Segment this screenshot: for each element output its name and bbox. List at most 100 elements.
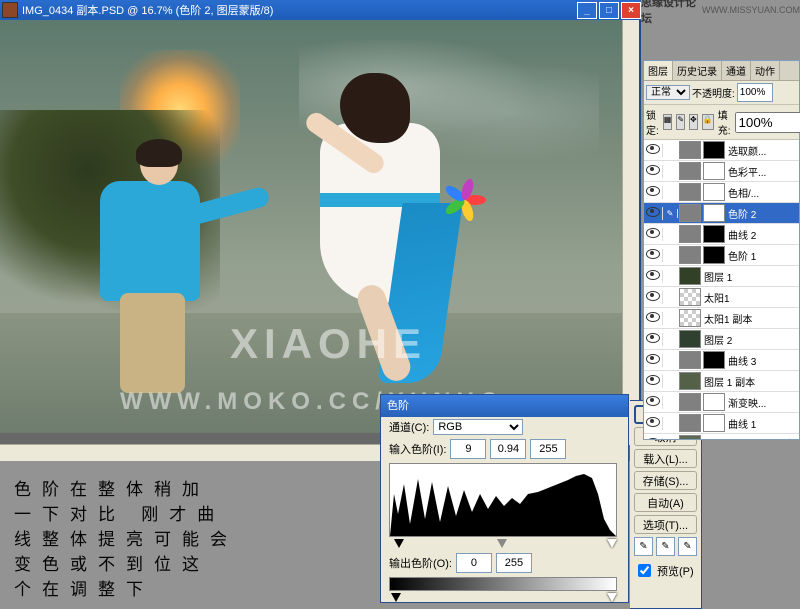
lock-paint-icon[interactable]: ✎ (676, 114, 685, 130)
layer-row[interactable]: 渐变映... (644, 392, 799, 413)
layer-name: 太阳1 (702, 290, 799, 305)
minimize-button[interactable]: _ (577, 2, 597, 19)
visibility-toggle[interactable] (644, 333, 663, 346)
auto-button[interactable]: 自动(A) (634, 493, 697, 512)
blend-mode-select[interactable]: 正常 (646, 85, 690, 100)
layer-name: 曲线 1 (726, 416, 799, 431)
visibility-toggle[interactable] (644, 354, 663, 367)
layer-list[interactable]: 选取颜... 色彩平...色相/...✎色阶 2 曲线 2 色阶 1 图层 1 太阳1 太阳… (644, 140, 799, 439)
levels-dialog[interactable]: 色阶 通道(C): RGB 输入色阶(I): 输出色阶(O): (380, 394, 629, 603)
save-button[interactable]: 存储(S)... (634, 471, 697, 490)
link-cell[interactable]: ✎ (663, 209, 678, 218)
white-eyedropper-icon[interactable]: ✎ (678, 537, 697, 556)
tab-actions[interactable]: 动作 (751, 61, 780, 80)
maximize-button[interactable]: □ (599, 2, 619, 19)
eye-icon (646, 438, 660, 440)
layer-row[interactable]: 太阳1 副本 (644, 308, 799, 329)
lock-all-icon[interactable]: 🔒 (702, 114, 714, 130)
input-mid-field[interactable] (490, 439, 526, 459)
layer-row[interactable]: 太阳1 (644, 287, 799, 308)
mask-thumb (703, 162, 725, 180)
layer-row[interactable]: 图层 1 副本 (644, 371, 799, 392)
layer-thumb (679, 330, 701, 348)
visibility-toggle[interactable] (644, 165, 663, 178)
layer-thumb (679, 267, 701, 285)
eye-icon (646, 207, 660, 217)
load-button[interactable]: 载入(L)... (634, 449, 697, 468)
eye-icon (646, 249, 660, 259)
tab-channels[interactable]: 通道 (722, 61, 751, 80)
visibility-toggle[interactable] (644, 438, 663, 440)
layer-thumb (679, 288, 701, 306)
input-slider[interactable] (389, 539, 620, 551)
eye-icon (646, 165, 660, 175)
levels-titlebar[interactable]: 色阶 (381, 395, 628, 417)
visibility-toggle[interactable] (644, 144, 663, 157)
close-button[interactable]: × (621, 2, 641, 19)
eye-icon (646, 291, 660, 301)
page-branding: 思缘设计论坛 WWW.MISSYUAN.COM (641, 0, 800, 20)
visibility-toggle[interactable] (644, 270, 663, 283)
channel-select[interactable]: RGB (433, 419, 523, 435)
visibility-toggle[interactable] (644, 417, 663, 430)
layer-thumb (679, 309, 701, 327)
tab-history[interactable]: 历史记录 (673, 61, 722, 80)
layer-row[interactable]: 选取颜... (644, 140, 799, 161)
mask-thumb (703, 225, 725, 243)
layer-row[interactable]: 图层 2 (644, 329, 799, 350)
input-levels-label: 输入色阶(I): (389, 441, 446, 457)
scrollbar-vertical[interactable] (622, 20, 639, 445)
eye-icon (646, 417, 660, 427)
visibility-toggle[interactable] (644, 396, 663, 409)
layer-row[interactable]: ✎色阶 2 (644, 203, 799, 224)
output-slider[interactable] (389, 593, 620, 605)
visibility-toggle[interactable] (644, 249, 663, 262)
layer-name: 选取颜... (726, 143, 799, 158)
layer-thumb (679, 414, 701, 432)
layer-row[interactable]: 曲线 2 (644, 224, 799, 245)
layers-panel[interactable]: 图层 历史记录 通道 动作 正常 不透明度: 锁定: ▦ ✎ ✥ 🔒 填充: 选… (643, 60, 800, 440)
output-shadow-field[interactable] (456, 553, 492, 573)
layer-name: 太阳1 副本 (702, 311, 799, 326)
output-highlight-field[interactable] (496, 553, 532, 573)
visibility-toggle[interactable] (644, 291, 663, 304)
mask-thumb (703, 141, 725, 159)
lock-move-icon[interactable]: ✥ (689, 114, 698, 130)
fill-label: 填充: (718, 107, 731, 137)
visibility-toggle[interactable] (644, 375, 663, 388)
options-button[interactable]: 选项(T)... (634, 515, 697, 534)
visibility-toggle[interactable] (644, 312, 663, 325)
layer-name: 曲线 2 (726, 227, 799, 242)
mask-thumb (703, 351, 725, 369)
preview-checkbox[interactable]: 预览(P) (634, 561, 697, 580)
layer-row[interactable]: 背景🔒 (644, 434, 799, 439)
lock-icon: 🔒 (781, 439, 799, 440)
visibility-toggle[interactable] (644, 228, 663, 241)
document-titlebar: IMG_0434 副本.PSD @ 16.7% (色阶 2, 图层蒙版/8) _… (0, 0, 643, 20)
forum-name: 思缘设计论坛 (641, 0, 698, 26)
layer-thumb (679, 372, 701, 390)
gray-eyedropper-icon[interactable]: ✎ (656, 537, 675, 556)
layer-name: 色阶 1 (726, 248, 799, 263)
visibility-toggle[interactable] (644, 186, 663, 199)
black-eyedropper-icon[interactable]: ✎ (634, 537, 653, 556)
opacity-field[interactable] (737, 83, 773, 102)
layer-row[interactable]: 色彩平... (644, 161, 799, 182)
input-highlight-field[interactable] (530, 439, 566, 459)
layer-row[interactable]: 曲线 3 (644, 350, 799, 371)
input-shadow-field[interactable] (450, 439, 486, 459)
tab-layers[interactable]: 图层 (644, 61, 673, 80)
fill-field[interactable] (735, 112, 800, 133)
layer-row[interactable]: 色相/... (644, 182, 799, 203)
layer-row[interactable]: 色阶 1 (644, 245, 799, 266)
layer-thumb (679, 183, 701, 201)
mask-thumb (703, 246, 725, 264)
layer-thumb (679, 141, 701, 159)
lock-trans-icon[interactable]: ▦ (663, 114, 673, 130)
eye-icon (646, 312, 660, 322)
layer-thumb (679, 393, 701, 411)
doc-title: IMG_0434 副本.PSD @ 16.7% (色阶 2, 图层蒙版/8) (22, 2, 577, 18)
visibility-toggle[interactable] (644, 207, 663, 220)
layer-row[interactable]: 图层 1 (644, 266, 799, 287)
layer-row[interactable]: 曲线 1 (644, 413, 799, 434)
